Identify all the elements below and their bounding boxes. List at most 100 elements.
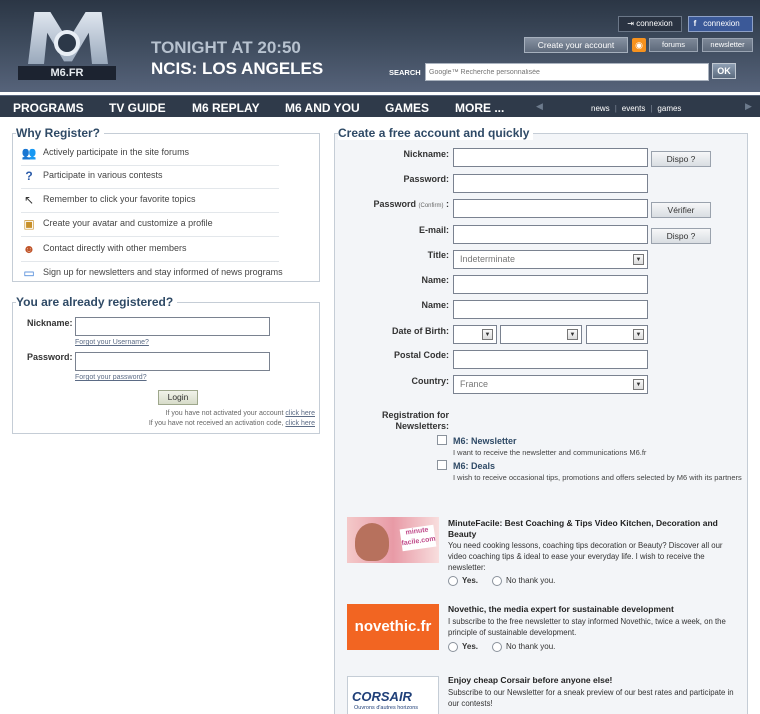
search-label: SEARCH	[389, 68, 421, 77]
forgot-username-link[interactable]: Forgot your Username?	[75, 339, 149, 346]
corsair-logo: CORSAIR Ouvrons d'autres horizons	[347, 676, 439, 714]
corsair-brand: CORSAIR	[352, 689, 412, 704]
forums-button[interactable]: forums	[649, 38, 698, 52]
country-select[interactable]: France ▼	[453, 375, 648, 394]
click-icon: ↖	[23, 193, 35, 207]
nav-games-sub[interactable]: games	[657, 104, 681, 113]
minutefacile-yes-radio[interactable]	[448, 576, 458, 586]
password-confirm-label: Password (Confirm) :	[373, 199, 449, 209]
m6-deals-checkbox[interactable]	[437, 460, 447, 470]
nav-sub-links: news | events | games	[591, 104, 682, 113]
code-click-here-link[interactable]: click here	[285, 420, 315, 427]
password-field[interactable]	[453, 174, 648, 193]
question-icon: ?	[25, 169, 33, 183]
chevron-down-icon: ▼	[633, 329, 644, 340]
email-field-label: E-mail:	[418, 225, 449, 235]
nickname-field-label: Nickname:	[403, 149, 449, 159]
title-select[interactable]: Indeterminate ▼	[453, 250, 648, 269]
country-label: Country:	[411, 376, 450, 386]
nav-tv-guide[interactable]: TV GUIDE	[109, 101, 166, 115]
password-confirm-field[interactable]	[453, 199, 648, 218]
contact-icon: ☻	[22, 242, 36, 256]
password-field-label: Password:	[403, 174, 449, 184]
novethic-no-radio[interactable]	[492, 642, 502, 652]
title-select-label: Title:	[427, 250, 449, 260]
rss-icon[interactable]: ◉	[632, 38, 646, 52]
nav-games[interactable]: GAMES	[385, 101, 429, 115]
why-register-title: Why Register?	[16, 126, 105, 140]
why-item: 👥 Actively participate in the site forum…	[21, 142, 279, 166]
search-ok-button[interactable]: OK	[712, 63, 736, 79]
minutefacile-no-radio[interactable]	[492, 576, 502, 586]
six-circle	[54, 30, 80, 56]
connexion-button[interactable]: ⇥ connexion	[618, 16, 682, 32]
show-title[interactable]: NCIS: LOS ANGELES	[151, 59, 323, 79]
activate-click-here-link[interactable]: click here	[285, 410, 315, 417]
corsair-slogan: Ouvrons d'autres horizons	[354, 705, 419, 711]
login-title: You are already registered?	[16, 295, 178, 309]
newsletter-button[interactable]: newsletter	[702, 38, 753, 52]
search-input[interactable]	[425, 63, 709, 81]
dispo-email-button[interactable]: Dispo ?	[651, 228, 711, 244]
nav-events[interactable]: events	[622, 104, 646, 113]
name-field-label: Name:	[421, 275, 449, 285]
login-icon: ⇥	[627, 19, 637, 28]
dob-label: Date of Birth:	[392, 326, 449, 336]
m6-newsletter-checkbox[interactable]	[437, 435, 447, 445]
chevron-down-icon: ▼	[567, 329, 578, 340]
m6-deals-desc: I wish to receive occasional tips, promo…	[453, 473, 742, 482]
novethic-no-label: No thank you.	[506, 642, 556, 651]
verify-button[interactable]: Vérifier	[651, 202, 711, 218]
nav-prev-arrow[interactable]: ◀	[536, 101, 543, 112]
tonight-label: TONIGHT AT 20:50	[151, 38, 301, 57]
novethic-brand: novethic.fr	[354, 618, 432, 635]
postal-code-label: Postal Code:	[393, 350, 449, 360]
login-nickname-input[interactable]	[75, 317, 270, 336]
nav-m6-and-you[interactable]: M6 AND YOU	[285, 101, 360, 115]
nickname-field[interactable]	[453, 148, 648, 167]
minutefacile-yes-label: Yes.	[462, 576, 479, 585]
minutefacile-title: MinuteFacile: Best Coaching & Tips Video…	[448, 518, 718, 539]
nav-more[interactable]: MORE ...	[455, 101, 504, 115]
nav-programs[interactable]: PROGRAMS	[13, 101, 84, 115]
dob-year-select[interactable]: ▼	[586, 325, 648, 344]
logo-text: M6.FR	[18, 66, 116, 80]
login-password-input[interactable]	[75, 352, 270, 371]
login-button[interactable]: Login	[158, 390, 198, 405]
dob-day-select[interactable]: ▼	[453, 325, 497, 344]
activation-note: If you have not activated your account c…	[165, 410, 315, 417]
woman-image	[355, 523, 389, 561]
nav-news[interactable]: news	[591, 104, 610, 113]
nickname-label: Nickname:	[27, 318, 73, 328]
dob-month-select[interactable]: ▼	[500, 325, 582, 344]
create-account-title: Create a free account and quickly	[338, 126, 534, 140]
create-account-button[interactable]: Create your account	[524, 37, 628, 53]
chevron-down-icon: ▼	[482, 329, 493, 340]
why-register-panel: Why Register? 👥 Actively participate in …	[12, 126, 320, 282]
dispo-nickname-button[interactable]: Dispo ?	[651, 151, 711, 167]
postal-code-field[interactable]	[453, 350, 648, 369]
newsletter-icon: ▭	[23, 266, 35, 280]
facebook-connexion-button[interactable]: f connexion	[688, 16, 753, 32]
password-label: Password:	[27, 352, 73, 362]
novethic-desc: I subscribe to the free newsletter to st…	[448, 617, 726, 637]
minutefacile-logo: minute facile.com	[347, 517, 439, 563]
novethic-logo: novethic.fr	[347, 604, 439, 650]
why-item: ↖ Remember to click your favorite topics	[21, 189, 279, 213]
forgot-password-link[interactable]: Forgot your password?	[75, 374, 147, 381]
corsair-desc: Subscribe to our Newsletter for a sneak …	[448, 688, 734, 708]
email-field[interactable]	[453, 225, 648, 244]
m6-newsletter-title: M6: Newsletter	[453, 436, 517, 446]
last-name-field[interactable]	[453, 300, 648, 319]
first-name-field[interactable]	[453, 275, 648, 294]
why-item: ▣ Create your avatar and customize a pro…	[21, 213, 279, 237]
name2-field-label: Name:	[421, 300, 449, 310]
profile-icon: ▣	[23, 217, 35, 231]
novethic-yes-radio[interactable]	[448, 642, 458, 652]
activation-code-note: If you have not received an activation c…	[148, 420, 315, 427]
m6-newsletter-desc: I want to receive the newsletter and com…	[453, 448, 647, 457]
nav-m6-replay[interactable]: M6 REPLAY	[192, 101, 260, 115]
nav-next-arrow[interactable]: ▶	[745, 101, 752, 112]
corsair-title: Enjoy cheap Corsair before anyone else!	[448, 675, 613, 685]
m6-logo[interactable]: M6.FR	[18, 10, 116, 80]
